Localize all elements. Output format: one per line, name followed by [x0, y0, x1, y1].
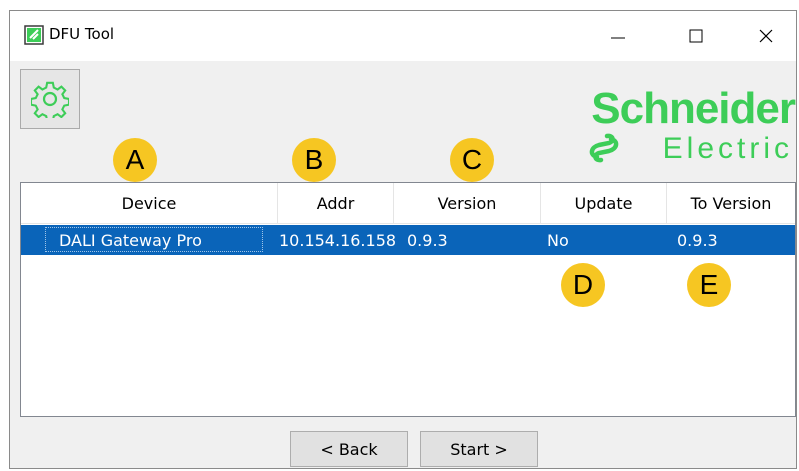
gear-icon	[31, 81, 69, 118]
dfu-tool-window: DFU Tool Schneider Electric A B C D E De…	[9, 10, 797, 469]
window-title: DFU Tool	[49, 25, 115, 43]
minimize-icon	[611, 37, 625, 39]
start-button[interactable]: Start >	[420, 431, 538, 467]
callout-marker-d: D	[561, 263, 605, 307]
close-icon	[759, 29, 773, 43]
table-row[interactable]: DALI Gateway Pro 10.154.16.158 0.9.3 No …	[21, 225, 795, 255]
title-bar: DFU Tool	[10, 11, 796, 61]
cell-version: 0.9.3	[407, 230, 448, 250]
background-strip	[0, 0, 799, 10]
schneider-electric-logo: Schneider Electric	[525, 84, 796, 177]
column-header-update[interactable]: Update	[541, 183, 667, 223]
list-header: Device Addr Version Update To Version	[21, 183, 795, 224]
column-header-device[interactable]: Device	[21, 183, 278, 223]
settings-button[interactable]	[20, 69, 80, 129]
cell-device: DALI Gateway Pro	[59, 230, 202, 250]
column-header-version[interactable]: Version	[394, 183, 541, 223]
column-header-to-version[interactable]: To Version	[667, 183, 795, 223]
app-icon	[24, 25, 44, 45]
cell-update: No	[547, 230, 569, 250]
logo-wordmark: Schneider	[591, 84, 796, 133]
callout-marker-c: C	[450, 138, 494, 182]
back-button[interactable]: < Back	[290, 431, 408, 467]
minimize-button[interactable]	[598, 21, 638, 51]
callout-marker-b: B	[292, 138, 336, 182]
maximize-button[interactable]	[676, 21, 716, 51]
callout-marker-e: E	[687, 263, 731, 307]
cell-addr: 10.154.16.158	[279, 230, 397, 250]
maximize-icon	[689, 29, 703, 43]
logo-symbol-icon	[587, 133, 621, 167]
column-header-addr[interactable]: Addr	[278, 183, 394, 223]
cell-to-version: 0.9.3	[677, 230, 718, 250]
logo-subtitle: Electric	[662, 132, 793, 165]
close-button[interactable]	[746, 21, 786, 51]
callout-marker-a: A	[113, 138, 157, 182]
device-list[interactable]: Device Addr Version Update To Version DA…	[20, 182, 796, 417]
